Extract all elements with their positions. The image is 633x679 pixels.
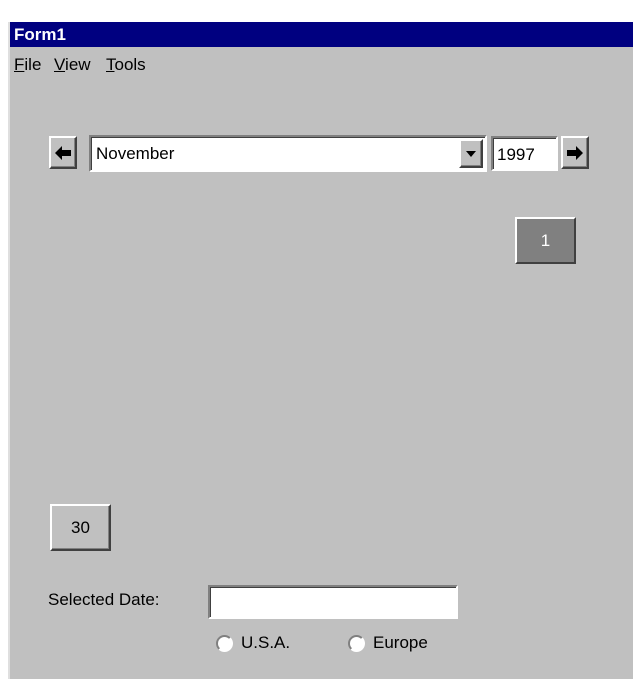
menu-file[interactable]: File <box>14 55 41 75</box>
month-dropdown-button[interactable] <box>459 139 483 168</box>
right-arrow-icon <box>567 145 583 160</box>
day-30-label: 30 <box>71 517 90 537</box>
next-month-button[interactable] <box>561 136 589 169</box>
prev-month-button[interactable] <box>49 136 77 169</box>
window-title: Form1 <box>14 25 66 44</box>
selected-date-field[interactable] <box>208 585 458 619</box>
menu-tools[interactable]: Tools <box>106 55 146 75</box>
year-value: 1997 <box>497 145 535 164</box>
radio-usa[interactable]: U.S.A. <box>216 633 290 653</box>
title-bar[interactable]: Form1 <box>10 22 633 47</box>
year-field[interactable]: 1997 <box>491 136 558 171</box>
month-select[interactable]: November <box>89 135 487 172</box>
menu-bar: File View Tools <box>10 49 633 77</box>
radio-usa-circle[interactable] <box>216 634 233 652</box>
dropdown-arrow-icon <box>466 150 476 157</box>
day-1-label: 1 <box>540 230 551 250</box>
radio-europe[interactable]: Europe <box>348 633 428 653</box>
menu-view[interactable]: View <box>54 55 91 75</box>
selected-date-label: Selected Date: <box>48 590 160 609</box>
left-arrow-icon <box>55 145 71 160</box>
day-1-button[interactable]: 1 <box>515 217 576 264</box>
month-value: November <box>96 144 175 163</box>
form-window: Form1 File View Tools November 1997 1 30… <box>8 22 633 679</box>
day-30-button[interactable]: 30 <box>50 504 111 551</box>
radio-usa-label: U.S.A. <box>241 633 291 652</box>
radio-europe-label: Europe <box>373 633 428 652</box>
radio-europe-circle[interactable] <box>348 634 365 652</box>
